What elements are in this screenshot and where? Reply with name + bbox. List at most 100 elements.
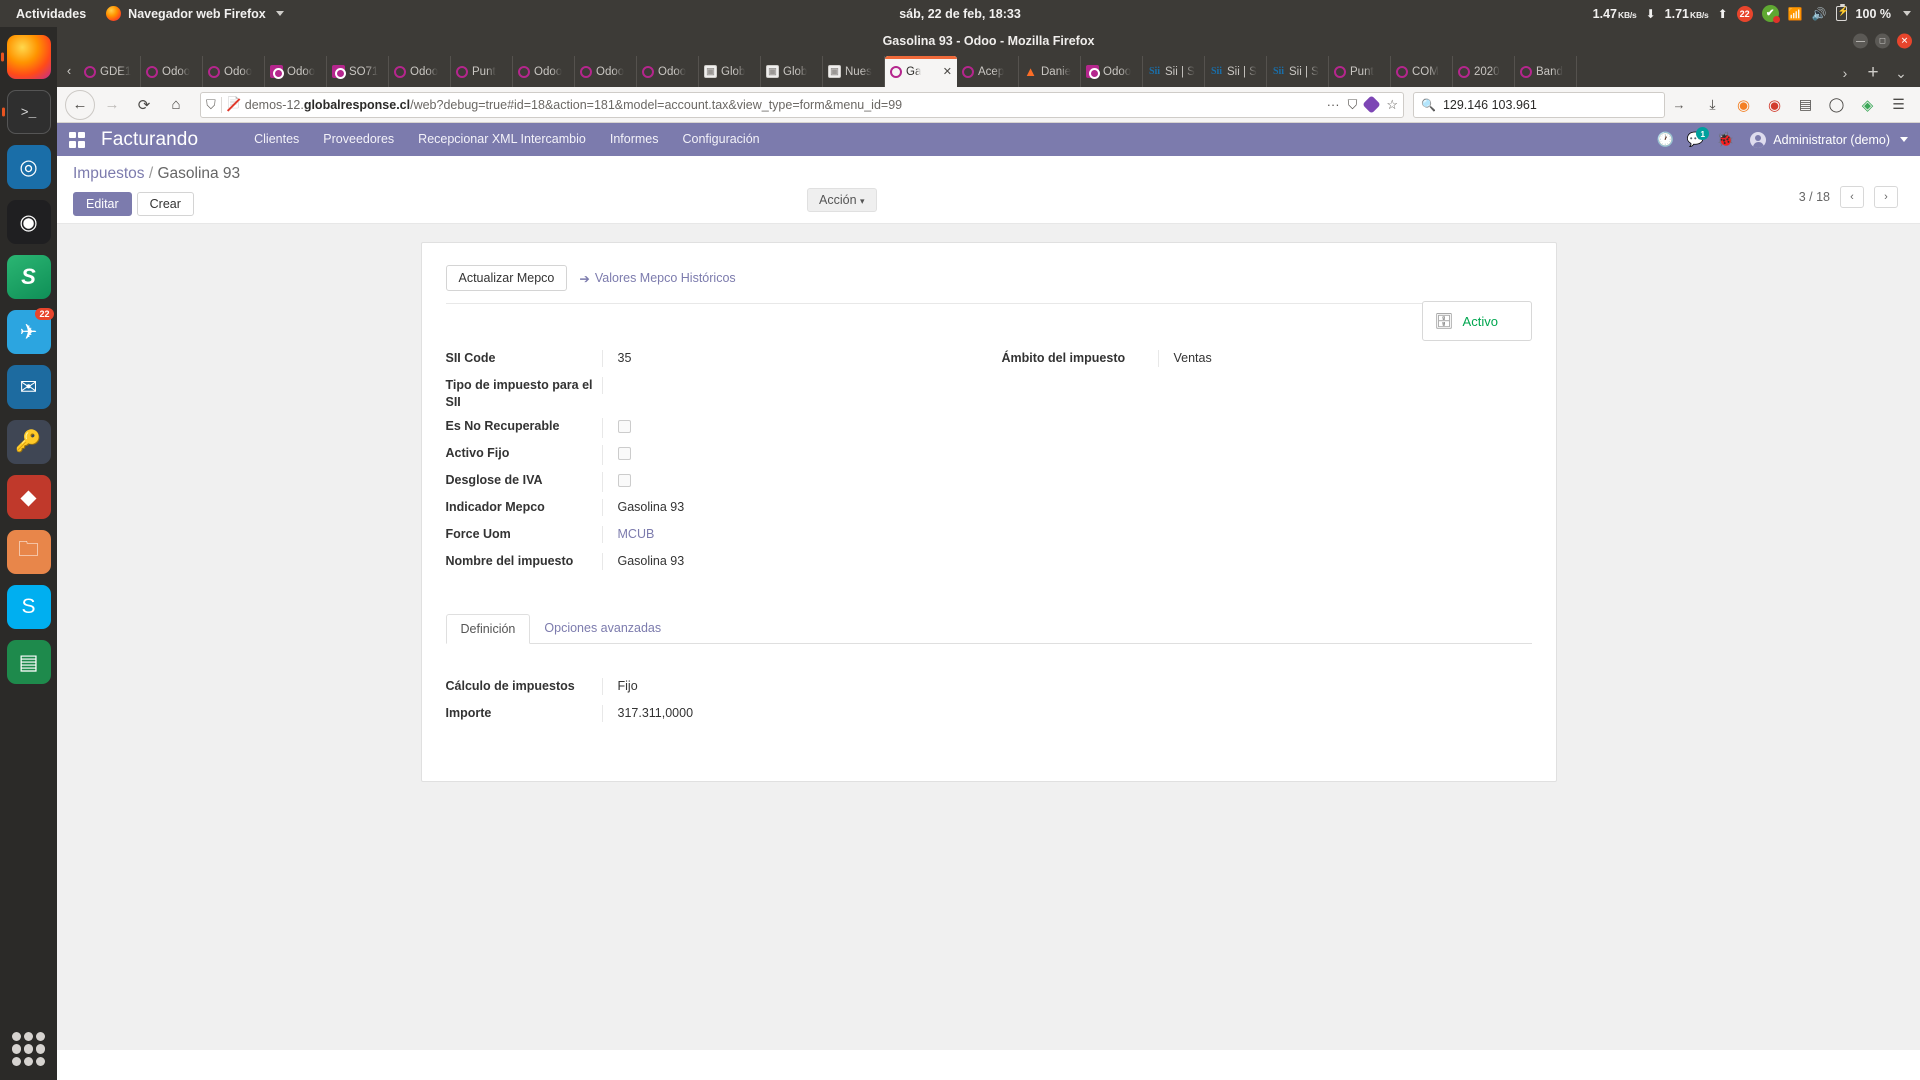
- insecure-page-icon[interactable]: [227, 98, 240, 111]
- browser-tab[interactable]: Acep: [957, 56, 1019, 87]
- account-icon[interactable]: ◯: [1823, 91, 1850, 118]
- downloads-icon[interactable]: ⤓: [1699, 91, 1726, 118]
- pager-value[interactable]: 3 / 18: [1799, 190, 1830, 204]
- menu-item-configuraci-n[interactable]: Configuración: [670, 123, 771, 156]
- edit-button[interactable]: Editar: [73, 192, 132, 216]
- browser-tab[interactable]: Sii Sii | S: [1205, 56, 1267, 87]
- valores-mepco-historicos-link[interactable]: ➔ Valores Mepco Históricos: [579, 271, 735, 286]
- close-button[interactable]: ✕: [1897, 33, 1912, 48]
- browser-tab[interactable]: Odoo: [575, 56, 637, 87]
- search-go-button[interactable]: →: [1667, 93, 1691, 117]
- pocket-icon[interactable]: ⛉: [1348, 97, 1358, 113]
- field-value[interactable]: [601, 472, 1002, 492]
- bookmark-star-icon[interactable]: ☆: [1386, 97, 1398, 113]
- browser-tab[interactable]: ▣ Glob: [699, 56, 761, 87]
- battery-icon[interactable]: [1835, 4, 1849, 21]
- field-value[interactable]: [601, 418, 1002, 438]
- tab-scroll-right-button[interactable]: ›: [1832, 59, 1858, 87]
- status-button-activo[interactable]: 🗄 Activo: [1421, 301, 1532, 341]
- url-bar[interactable]: ⛉ demos-12.globalresponse.cl/web?debug=t…: [200, 91, 1404, 118]
- home-button[interactable]: ⌂: [161, 90, 191, 120]
- user-menu[interactable]: Administrator (demo): [1740, 131, 1908, 148]
- pager-next-button[interactable]: ›: [1874, 186, 1898, 208]
- volume-icon[interactable]: 🔊: [1812, 7, 1827, 21]
- apps-grid-icon[interactable]: [69, 131, 85, 148]
- activities-button[interactable]: Actividades: [10, 5, 92, 23]
- list-all-tabs-button[interactable]: ⌄: [1888, 59, 1914, 87]
- browser-tab[interactable]: Odoo: [1081, 56, 1143, 87]
- forward-button[interactable]: →: [97, 90, 127, 120]
- browser-tab[interactable]: GDE1: [79, 56, 141, 87]
- field-value[interactable]: [601, 445, 1002, 465]
- tab-opciones-avanzadas[interactable]: Opciones avanzadas: [530, 614, 675, 643]
- actualizar-mepco-button[interactable]: Actualizar Mepco: [445, 265, 568, 291]
- tab-definici-n[interactable]: Definición: [445, 614, 531, 644]
- menu-item-recepcionar-xml-intercambio[interactable]: Recepcionar XML Intercambio: [406, 123, 598, 156]
- page-actions-icon[interactable]: ···: [1327, 97, 1340, 112]
- dock-item-files[interactable]: 🗀: [6, 530, 51, 574]
- menu-item-clientes[interactable]: Clientes: [242, 123, 311, 156]
- dock-item-terminal[interactable]: >_: [6, 90, 51, 134]
- dock-item-media-app[interactable]: ◉: [6, 200, 51, 244]
- browser-tab[interactable]: COM: [1391, 56, 1453, 87]
- checkbox-input[interactable]: [617, 447, 631, 460]
- search-input[interactable]: 129.146 103.961: [1443, 98, 1657, 112]
- browser-tab[interactable]: Odoo: [637, 56, 699, 87]
- dock-item-remmina[interactable]: ◆: [6, 475, 51, 519]
- minimize-button[interactable]: —: [1853, 33, 1868, 48]
- browser-tab[interactable]: Odoo: [203, 56, 265, 87]
- field-value[interactable]: MCUB: [601, 526, 1002, 543]
- container-icon[interactable]: [1362, 95, 1382, 114]
- dock-item-compass-app[interactable]: ◎: [6, 145, 51, 189]
- browser-tab[interactable]: Odoo: [389, 56, 451, 87]
- menu-item-proveedores[interactable]: Proveedores: [311, 123, 406, 156]
- breadcrumb-parent[interactable]: Impuestos: [73, 165, 145, 182]
- browser-tab[interactable]: ▣ Nues: [823, 56, 885, 87]
- browser-tab[interactable]: Odoo: [141, 56, 203, 87]
- browser-tab[interactable]: Punt: [451, 56, 513, 87]
- checkbox-input[interactable]: [617, 474, 631, 487]
- pager-prev-button[interactable]: ‹: [1840, 186, 1864, 208]
- dock-item-keepass[interactable]: 🔑: [6, 420, 51, 464]
- browser-tab[interactable]: Odoo: [513, 56, 575, 87]
- clock-icon[interactable]: 🕐: [1650, 123, 1680, 156]
- browser-tab[interactable]: Punt: [1329, 56, 1391, 87]
- browser-tab[interactable]: ▲ Danie: [1019, 56, 1081, 87]
- back-button[interactable]: ←: [65, 89, 95, 120]
- show-applications-button[interactable]: [11, 1032, 46, 1066]
- dock-item-firefox[interactable]: [6, 35, 51, 79]
- wifi-icon[interactable]: 📶: [1788, 7, 1803, 21]
- messages-icon[interactable]: 💬 1: [1680, 123, 1710, 156]
- shield-extension-icon[interactable]: ◈: [1854, 91, 1881, 118]
- checkbox-input[interactable]: [617, 420, 631, 433]
- action-dropdown[interactable]: Acción ▾: [807, 188, 877, 212]
- system-menu-chevron-icon[interactable]: [1903, 11, 1911, 16]
- reload-button[interactable]: ⟳: [129, 90, 159, 120]
- notification-badge[interactable]: 22: [1736, 5, 1753, 22]
- new-tab-button[interactable]: +: [1860, 59, 1886, 87]
- tracking-protection-shield-icon[interactable]: ⛉: [206, 97, 216, 113]
- sync-status-icon[interactable]: ✔: [1761, 5, 1780, 23]
- dock-item-calc[interactable]: ▤: [6, 640, 51, 684]
- browser-tab[interactable]: 2020: [1453, 56, 1515, 87]
- sidebar-icon[interactable]: ▤: [1792, 91, 1819, 118]
- dock-item-skype[interactable]: S: [6, 585, 51, 629]
- dock-item-mail[interactable]: ✉: [6, 365, 51, 409]
- bug-icon[interactable]: 🐞: [1710, 123, 1740, 156]
- dock-item-sublime[interactable]: S: [6, 255, 51, 299]
- app-menu-button[interactable]: ☰: [1885, 91, 1912, 118]
- browser-tab[interactable]: SO71: [327, 56, 389, 87]
- browser-tab[interactable]: Sii Sii | S: [1267, 56, 1329, 87]
- app-menu-firefox[interactable]: Navegador web Firefox: [106, 6, 284, 21]
- browser-tab[interactable]: Sii Sii | S: [1143, 56, 1205, 87]
- extension-orange-icon[interactable]: ◉: [1730, 91, 1757, 118]
- app-brand[interactable]: Facturando: [101, 129, 198, 151]
- search-bar[interactable]: 🔍 129.146 103.961: [1413, 91, 1665, 118]
- close-tab-icon[interactable]: ✕: [943, 65, 952, 78]
- browser-tab[interactable]: Band: [1515, 56, 1577, 87]
- browser-tab[interactable]: Odoo: [265, 56, 327, 87]
- tab-scroll-left-button[interactable]: ‹: [59, 54, 79, 87]
- dock-item-telegram[interactable]: ✈ 22: [6, 308, 54, 354]
- browser-tab[interactable]: Ga ✕: [885, 56, 957, 87]
- extension-red-icon[interactable]: ◉: [1761, 91, 1788, 118]
